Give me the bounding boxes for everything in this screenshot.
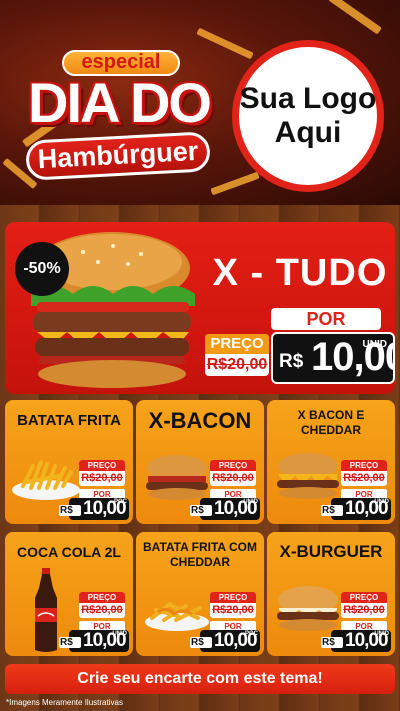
old-price-tag: PREÇO R$20,00 bbox=[210, 592, 256, 618]
unit-label: POÇ bbox=[244, 631, 258, 637]
currency: R$ bbox=[190, 637, 212, 648]
currency: R$ bbox=[321, 637, 343, 648]
fries-image bbox=[12, 460, 80, 500]
product-card-x-burguer[interactable]: X-BURGUER PREÇO R$20,00 POR R$ 10,00 UNI… bbox=[267, 532, 395, 656]
preco-label: PREÇO bbox=[210, 592, 256, 603]
price-tag: R$ 10,00 UNID bbox=[321, 498, 391, 520]
currency: R$ bbox=[59, 505, 81, 516]
old-price: R$20,00 bbox=[343, 472, 385, 484]
old-price: R$20,00 bbox=[212, 604, 254, 616]
old-price: R$20,00 bbox=[81, 604, 123, 616]
old-price-tag: PREÇO R$20,00 bbox=[341, 460, 387, 486]
product-name: X-BACON bbox=[148, 408, 252, 433]
price-tag: R$ 10,00 UNID bbox=[271, 332, 395, 384]
old-price-tag: PREÇO R$20,00 bbox=[341, 592, 387, 618]
product-name: BATATA FRITA bbox=[17, 412, 121, 429]
old-price-tag: PREÇO R$20,00 bbox=[79, 460, 125, 486]
currency: R$ bbox=[321, 505, 343, 516]
fry-decoration bbox=[328, 0, 382, 35]
product-card-batata-cheddar[interactable]: BATATA FRITA COM CHEDDAR PREÇO R$20,00 P… bbox=[136, 532, 264, 656]
soda-bottle-image bbox=[35, 568, 57, 652]
currency: R$ bbox=[59, 637, 81, 648]
featured-title: X - TUDO bbox=[212, 252, 388, 294]
preco-label: PREÇO bbox=[210, 460, 256, 471]
header-banner: especial DIA DO Hambúrguer Sua Logo Aqui bbox=[0, 0, 400, 205]
old-price: R$20,00 bbox=[81, 472, 123, 484]
price-tag: R$ 10,00 POÇ bbox=[190, 630, 260, 652]
cta-button[interactable]: Crie seu encarte com este tema! bbox=[5, 664, 395, 694]
fry-decoration bbox=[210, 171, 260, 196]
product-card-batata-frita[interactable]: BATATA FRITA PREÇO R$20,00 POR R$ 10,00 … bbox=[5, 400, 133, 524]
preco-label: PREÇO bbox=[205, 334, 269, 354]
por-label: POR bbox=[271, 308, 381, 330]
fry-decoration bbox=[196, 27, 254, 60]
price-tag: R$ 10,00 UNID bbox=[59, 630, 129, 652]
product-card-coca-cola[interactable]: COCA COLA 2L PREÇO R$20,00 POR R$ 10,00 … bbox=[5, 532, 133, 656]
old-price-tag: PREÇO R$20,00 bbox=[210, 460, 256, 486]
product-card-x-bacon[interactable]: X-BACON PREÇO R$20,00 POR R$ 10,00 UNID bbox=[136, 400, 264, 524]
product-name: X BACON E CHEDDAR bbox=[297, 408, 365, 437]
unit-label: UNID bbox=[374, 631, 389, 637]
unit-label: UNID bbox=[112, 631, 127, 637]
product-name: COCA COLA 2L bbox=[17, 544, 121, 560]
product-card-x-bacon-cheddar[interactable]: X BACON E CHEDDAR PREÇO R$20,00 POR R$ 1… bbox=[267, 400, 395, 524]
logo-placeholder[interactable]: Sua Logo Aqui bbox=[232, 40, 384, 192]
unit-label: UNID bbox=[374, 499, 389, 505]
price-tag: R$ 10,00 UNID bbox=[321, 630, 391, 652]
hamburguer-badge: Hambúrguer bbox=[25, 131, 211, 181]
price-tag: R$ 10,00 UNID bbox=[190, 498, 260, 520]
old-price-tag: PREÇO R$20,00 bbox=[205, 334, 269, 376]
fries-cheddar-image bbox=[145, 602, 209, 631]
burger-image bbox=[277, 586, 339, 631]
unit-label: UNID bbox=[362, 339, 387, 350]
product-name: BATATA FRITA COM CHEDDAR bbox=[143, 540, 257, 569]
discount-badge: -50% bbox=[15, 242, 69, 296]
old-price: R$20,00 bbox=[206, 356, 268, 373]
preco-label: PREÇO bbox=[341, 592, 387, 603]
unit-label: UNID bbox=[243, 499, 258, 505]
price-tag: R$ 10,00 POÇ bbox=[59, 498, 129, 520]
old-price: R$20,00 bbox=[212, 472, 254, 484]
old-price: R$20,00 bbox=[343, 604, 385, 616]
logo-text: Sua Logo Aqui bbox=[239, 82, 377, 149]
currency: R$ bbox=[190, 505, 212, 516]
product-name: X-BURGUER bbox=[279, 542, 383, 561]
burger-image bbox=[146, 455, 208, 500]
preco-label: PREÇO bbox=[341, 460, 387, 471]
old-price-tag: PREÇO R$20,00 bbox=[79, 592, 125, 618]
burger-image bbox=[277, 453, 339, 499]
featured-product[interactable]: -50% X - TUDO PREÇO R$20,00 POR R$ 10,00… bbox=[5, 222, 395, 394]
currency: R$ bbox=[279, 351, 304, 372]
preco-label: PREÇO bbox=[79, 460, 125, 471]
unit-label: POÇ bbox=[113, 499, 127, 505]
page-title: DIA DO bbox=[28, 71, 212, 134]
footnote: *Imagens Meramente Ilustrativas bbox=[6, 698, 123, 707]
preco-label: PREÇO bbox=[79, 592, 125, 603]
